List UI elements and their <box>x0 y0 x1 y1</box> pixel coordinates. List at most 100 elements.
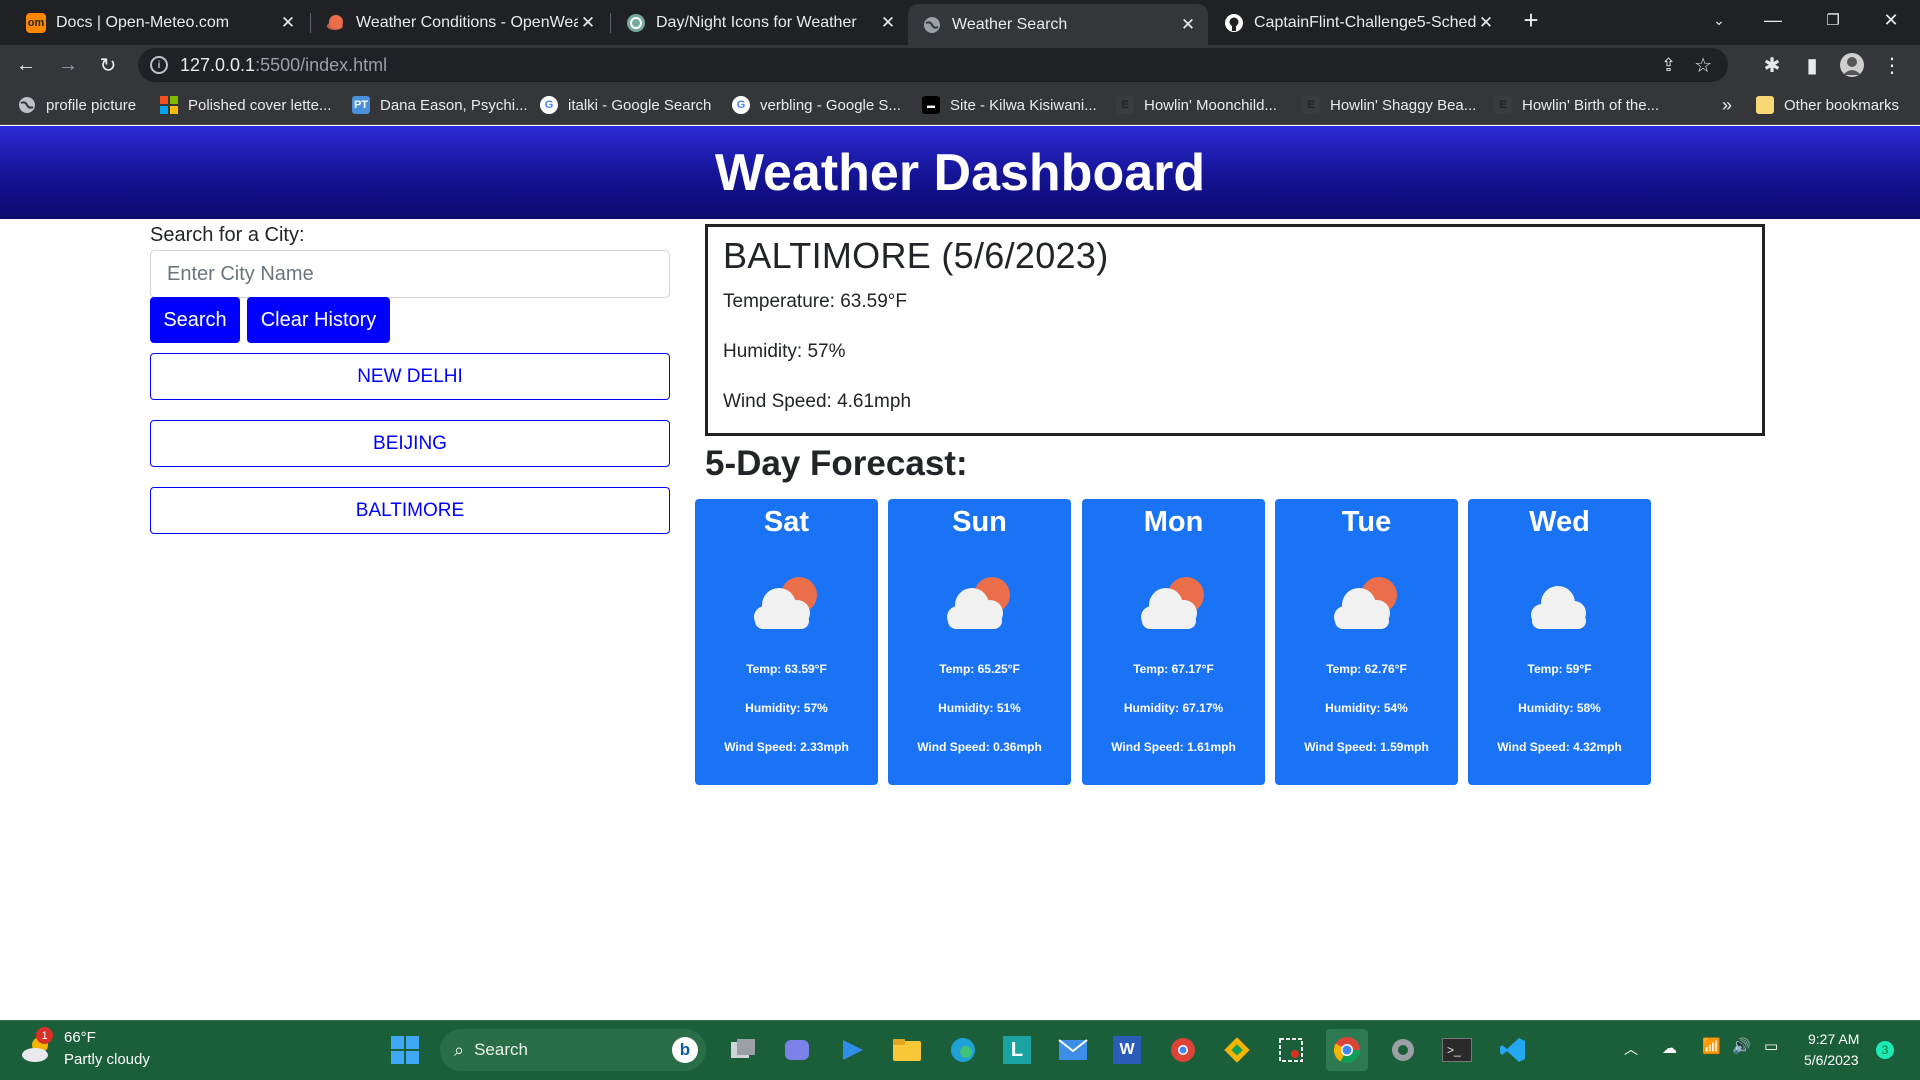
word-icon[interactable]: W <box>1106 1029 1148 1071</box>
globe-icon <box>18 96 36 114</box>
menu-kebab-icon[interactable]: ⋮ <box>1878 51 1906 79</box>
copilot-icon[interactable] <box>832 1029 874 1071</box>
forecast-day: Sat <box>763 506 810 538</box>
history-city-button[interactable]: BALTIMORE <box>150 487 670 534</box>
bing-icon[interactable]: b <box>672 1037 698 1063</box>
bookmark-label: profile picture <box>46 96 137 114</box>
close-icon[interactable]: ✕ <box>1476 13 1496 33</box>
bookmark-item[interactable]: E Howlin' Birth of the... <box>1494 85 1659 125</box>
edge-icon[interactable] <box>942 1029 984 1071</box>
forecast-card: Mon Temp: 67.17°F Humidity: 67.17% Wind … <box>1082 499 1265 785</box>
partly-cloudy-icon <box>1140 577 1204 629</box>
bookmark-item[interactable]: G verbling - Google S... <box>732 85 901 125</box>
forward-icon[interactable]: → <box>54 51 82 79</box>
bookmark-item[interactable]: ▬ Site - Kilwa Kisiwani... <box>922 85 1097 125</box>
bookmark-item[interactable]: profile picture <box>18 85 136 125</box>
close-icon[interactable]: ✕ <box>878 13 898 33</box>
clear-history-button[interactable]: Clear History <box>247 297 390 343</box>
history-city-button[interactable]: BEIJING <box>150 420 670 467</box>
close-icon[interactable]: ✕ <box>578 13 598 33</box>
bookmark-label: Howlin' Birth of the... <box>1522 96 1660 114</box>
window-close-icon[interactable]: ✕ <box>1870 0 1912 40</box>
file-explorer-icon[interactable] <box>886 1029 928 1071</box>
bookmarks-overflow-button[interactable]: » <box>1722 85 1732 125</box>
bookmark-item[interactable]: G italki - Google Search <box>540 85 711 125</box>
back-icon[interactable]: ← <box>12 51 40 79</box>
url-path: :5500/index.html <box>255 54 388 75</box>
tab-title: Weather Search <box>952 15 1068 33</box>
forecast-card: Sun Temp: 65.25°F Humidity: 51% Wind Spe… <box>888 499 1071 785</box>
site-info-icon[interactable]: i <box>150 56 168 74</box>
current-city-heading: BALTIMORE (5/6/2023) <box>723 235 1109 276</box>
reload-icon[interactable]: ↻ <box>94 51 122 79</box>
history-city-button[interactable]: NEW DELHI <box>150 353 670 400</box>
close-icon[interactable]: ✕ <box>1178 15 1198 35</box>
search-icon: ⌕ <box>454 1039 465 1060</box>
vscode-icon[interactable] <box>1492 1029 1534 1071</box>
bookmark-label: Site - Kilwa Kisiwani... <box>950 96 1097 114</box>
side-panel-icon[interactable]: ▮ <box>1798 51 1826 79</box>
notification-badge[interactable]: 3 <box>1876 1041 1894 1059</box>
settings-gear-icon[interactable] <box>1382 1029 1424 1071</box>
tray-overflow-icon[interactable]: ︿ <box>1624 1039 1638 1059</box>
git-app-icon[interactable] <box>1216 1029 1258 1071</box>
bookmark-item[interactable]: E Howlin' Moonchild... <box>1116 85 1277 125</box>
bookmark-item[interactable]: E Howlin' Shaggy Bea... <box>1302 85 1476 125</box>
other-bookmarks[interactable]: Other bookmarks <box>1756 85 1899 125</box>
onedrive-icon[interactable]: ☁ <box>1662 1039 1677 1057</box>
weather-widget-icon[interactable]: 1 <box>20 1027 56 1067</box>
tab-title: Docs | Open-Meteo.com <box>56 13 230 31</box>
weather-temp[interactable]: 66°F <box>64 1029 96 1046</box>
forecast-wind: Wind Speed: 4.32mph <box>1497 740 1622 754</box>
avatar[interactable] <box>1838 51 1866 79</box>
forecast-temp: Temp: 63.59°F <box>746 662 827 676</box>
bookmark-label: verbling - Google S... <box>760 96 901 114</box>
search-button[interactable]: Search <box>150 297 240 343</box>
bookmark-star-icon[interactable]: ☆ <box>1694 53 1712 78</box>
browser-tab-strip: om Docs | Open-Meteo.com ✕ Weather Condi… <box>0 0 1920 45</box>
snipping-tool-icon[interactable] <box>1270 1029 1312 1071</box>
partly-cloudy-icon <box>1333 577 1397 629</box>
minimize-icon[interactable]: — <box>1752 0 1794 40</box>
restore-icon[interactable]: ❐ <box>1812 0 1854 40</box>
forecast-wind: Wind Speed: 1.59mph <box>1304 740 1429 754</box>
forecast-wind: Wind Speed: 0.36mph <box>917 740 1042 754</box>
city-search-input[interactable] <box>150 250 670 298</box>
l-app-icon[interactable]: L <box>996 1029 1038 1071</box>
tab-search-icon[interactable]: ⌄ <box>1698 0 1740 40</box>
wifi-icon[interactable]: 📶 <box>1702 1037 1721 1055</box>
tab-day-night-icons[interactable]: Day/Night Icons for Weather ✕ <box>612 0 908 45</box>
terminal-icon[interactable]: >_ <box>1436 1029 1478 1071</box>
windows-start-icon[interactable] <box>384 1029 426 1071</box>
tab-openweather[interactable]: Weather Conditions - OpenWeat ✕ <box>312 0 608 45</box>
forecast-temp: Temp: 59°F <box>1527 662 1592 676</box>
close-icon[interactable]: ✕ <box>278 13 298 33</box>
tab-weather-search[interactable]: Weather Search ✕ <box>908 4 1208 45</box>
new-tab-icon[interactable]: + <box>1510 0 1552 40</box>
taskbar-search[interactable]: ⌕ Search b <box>440 1029 706 1071</box>
chatgpt-icon <box>626 13 646 33</box>
teams-chat-icon[interactable] <box>776 1029 818 1071</box>
volume-icon[interactable]: 🔊 <box>1732 1037 1751 1055</box>
clock-date[interactable]: 5/6/2023 <box>1804 1052 1859 1068</box>
mail-icon[interactable] <box>1052 1029 1094 1071</box>
bookmark-item[interactable]: PT Dana Eason, Psychi... <box>352 85 528 125</box>
weather-desc[interactable]: Partly cloudy <box>64 1051 150 1068</box>
tab-open-meteo[interactable]: om Docs | Open-Meteo.com ✕ <box>12 0 308 45</box>
page-content: Weather Dashboard Search for a City: Sea… <box>0 126 1920 1020</box>
chrome-dev-icon[interactable] <box>1162 1029 1204 1071</box>
clock-time[interactable]: 9:27 AM <box>1808 1031 1859 1047</box>
forecast-card: Wed Temp: 59°F Humidity: 58% Wind Speed:… <box>1468 499 1651 785</box>
battery-icon[interactable]: ▭ <box>1764 1037 1778 1055</box>
bookmark-item[interactable]: Polished cover lette... <box>160 85 331 125</box>
task-view-icon[interactable] <box>722 1029 764 1071</box>
cloud-icon <box>1530 586 1586 629</box>
extensions-icon[interactable]: ✱ <box>1758 51 1786 79</box>
forecast-humidity: Humidity: 51% <box>938 701 1021 715</box>
chrome-icon[interactable] <box>1326 1029 1368 1071</box>
forecast-humidity: Humidity: 67.17% <box>1123 701 1224 715</box>
taskbar-search-label: Search <box>474 1040 528 1059</box>
address-bar[interactable]: i 127.0.0.1:5500/index.html ⇪ ☆ <box>138 48 1728 82</box>
share-icon[interactable]: ⇪ <box>1661 55 1676 76</box>
tab-github[interactable]: CaptainFlint-Challenge5-Schedul ✕ <box>1210 0 1506 45</box>
